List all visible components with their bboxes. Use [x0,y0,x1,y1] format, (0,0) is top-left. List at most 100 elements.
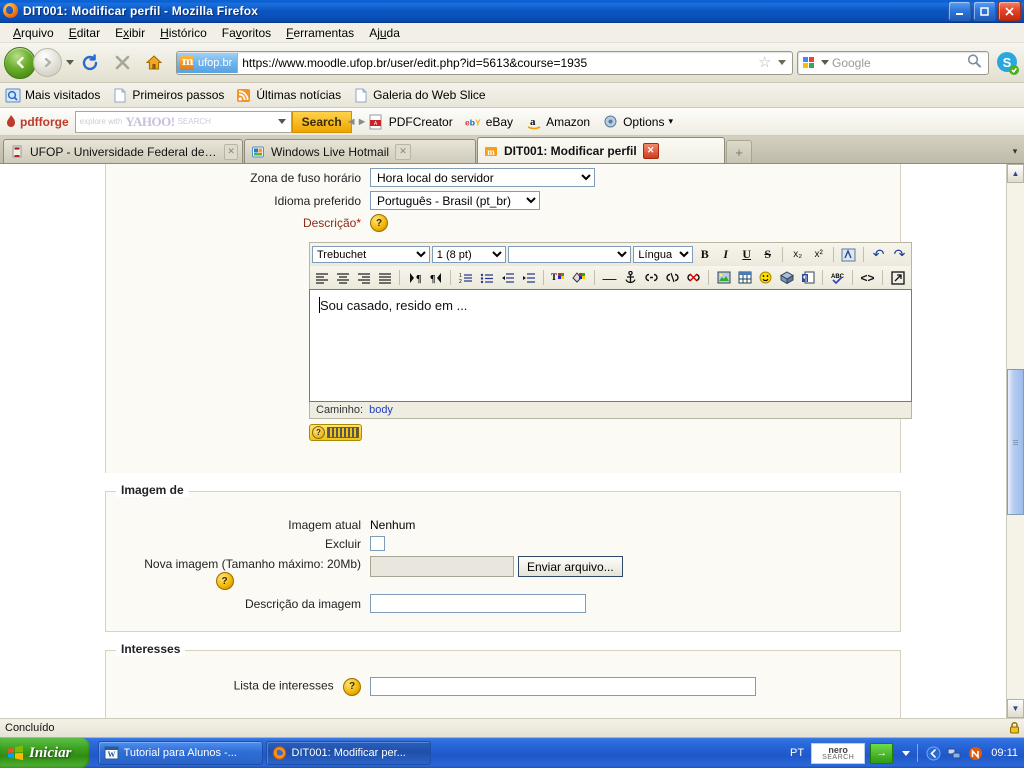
scroll-down-button[interactable]: ▼ [1007,699,1024,718]
insert-table-button[interactable] [735,269,754,287]
align-left-button[interactable] [312,269,331,287]
insert-link-button[interactable] [642,269,661,287]
indent-button[interactable] [519,269,538,287]
new-tab-button[interactable]: + [726,140,752,163]
yahoo-search-button[interactable]: Search [291,110,352,133]
image-description-input[interactable] [370,594,586,613]
pdfcreator-button[interactable]: A PDFCreator [368,114,453,130]
menu-ferramentas[interactable]: Ferramentas [279,25,362,41]
options-button[interactable]: Options ▾ [602,114,673,130]
emoticon-button[interactable] [756,269,775,287]
timezone-select[interactable]: Hora local do servidor [370,168,595,187]
background-color-button[interactable] [570,269,589,287]
pdfforge-logo[interactable]: pdfforge [4,114,69,129]
close-button[interactable] [998,1,1021,21]
search-bar[interactable]: Google [797,50,989,75]
nero-go-button[interactable]: → [870,742,894,764]
page-scrollbar[interactable]: ▲ ▼ [1006,164,1024,718]
menu-favoritos[interactable]: Favoritos [215,25,279,41]
ebay-button[interactable]: ebY eBay [465,114,513,130]
text-color-button[interactable]: T [549,269,568,287]
search-input[interactable]: Google [829,56,966,70]
bookmark-primeiros-passos[interactable]: Primeiros passos [112,88,224,103]
delete-image-checkbox[interactable] [370,536,385,551]
html-source-button[interactable]: <> [858,269,877,287]
lock-icon[interactable] [1009,722,1020,734]
language-editor-select[interactable]: Língua [633,246,694,263]
interests-list-input[interactable] [370,677,756,696]
back-history-dropdown-icon[interactable] [66,60,74,65]
language-indicator[interactable]: PT [790,747,804,759]
url-history-dropdown-icon[interactable] [778,60,786,65]
path-value[interactable]: body [369,404,393,416]
home-button[interactable] [140,49,168,77]
new-image-help-icon[interactable]: ? [215,572,234,590]
horizontal-rule-button[interactable]: — [600,269,619,287]
ltr-button[interactable]: ¶ [405,269,424,287]
menu-arquivo[interactable]: Arquivo [6,25,62,41]
unordered-list-button[interactable] [477,269,496,287]
options-caret-icon[interactable]: ▾ [668,116,673,127]
taskbar-item-dit001[interactable]: DIT001: Modificar per... [265,741,431,765]
remove-link-button[interactable] [684,269,703,287]
menu-exibir[interactable]: Exibir [108,25,153,41]
insert-media-button[interactable] [777,269,796,287]
skype-icon[interactable]: S [994,50,1020,76]
bold-button[interactable]: B [695,246,714,264]
yahoo-search-input[interactable]: explore with YAHOO! SEARCH [74,110,292,133]
italic-button[interactable]: I [716,246,735,264]
align-center-button[interactable] [333,269,352,287]
nero-icon[interactable] [967,745,983,761]
description-help-icon[interactable]: ? [370,214,388,232]
font-family-select[interactable]: Trebuchet [312,246,430,263]
anchor-button[interactable] [621,269,640,287]
maximize-button[interactable] [973,1,996,21]
subscript-button[interactable]: x₂ [788,246,807,264]
amazon-button[interactable]: a Amazon [525,114,590,130]
nero-dropdown-icon[interactable] [902,750,911,756]
menu-editar[interactable]: Editar [62,25,108,41]
tab-ufop[interactable]: UFOP - Universidade Federal de Ouro P...… [3,139,243,163]
bookmark-star-icon[interactable]: ☆ [758,55,774,70]
stop-button[interactable] [108,49,136,77]
new-image-file-input[interactable] [370,556,514,577]
minimize-button[interactable] [948,1,971,21]
tab-hotmail[interactable]: Windows Live Hotmail ✕ [244,139,476,163]
insert-image-button[interactable] [714,269,733,287]
scroll-up-button[interactable]: ▲ [1007,164,1024,183]
reload-button[interactable] [76,49,104,77]
list-all-tabs-icon[interactable]: ▾ [1006,146,1024,157]
align-right-button[interactable] [354,269,373,287]
tab-dit001-modificar-perfil[interactable]: m DIT001: Modificar perfil ✕ [477,137,725,163]
network-icon[interactable] [946,745,962,761]
menu-ajuda[interactable]: Ajuda [362,25,408,41]
rtl-button[interactable]: ¶ [426,269,445,287]
site-identity-badge[interactable]: ufop.br [177,52,239,73]
scrollbar-thumb[interactable] [1007,368,1024,516]
search-magnifier-icon[interactable] [966,53,988,72]
format-select[interactable] [507,246,632,263]
undo-button[interactable]: ↶ [869,246,888,264]
redo-button[interactable]: ↷ [890,246,909,264]
show-hidden-icons-button[interactable] [925,745,941,761]
description-editor-body[interactable]: Sou casado, resido em ... [309,289,912,402]
yahoo-dropdown-icon[interactable] [277,119,286,124]
superscript-button[interactable]: x² [809,246,828,264]
url-text[interactable]: https://www.moodle.ufop.br/user/edit.php… [238,56,758,70]
url-bar[interactable]: ufop.br https://www.moodle.ufop.br/user/… [176,50,793,75]
special-char-button[interactable]: ¶ [798,269,817,287]
underline-button[interactable]: U [737,246,756,264]
tab-close-icon[interactable]: ✕ [395,143,412,160]
outdent-button[interactable] [498,269,517,287]
tab-close-icon[interactable]: ✕ [642,142,659,159]
back-button[interactable] [4,46,36,79]
bookmark-ultimas-noticias[interactable]: Últimas notícias [236,88,341,103]
align-justify-button[interactable] [375,269,394,287]
interests-help-icon[interactable]: ? [343,677,361,696]
font-size-select[interactable]: 1 (8 pt) [431,246,506,263]
ordered-list-button[interactable]: 12 [456,269,475,287]
upload-file-button[interactable]: Enviar arquivo... [518,556,623,577]
taskbar-item-tutorial[interactable]: W Tutorial para Alunos -... [97,741,263,765]
strikethrough-button[interactable]: S [758,246,777,264]
google-icon[interactable] [801,55,819,71]
